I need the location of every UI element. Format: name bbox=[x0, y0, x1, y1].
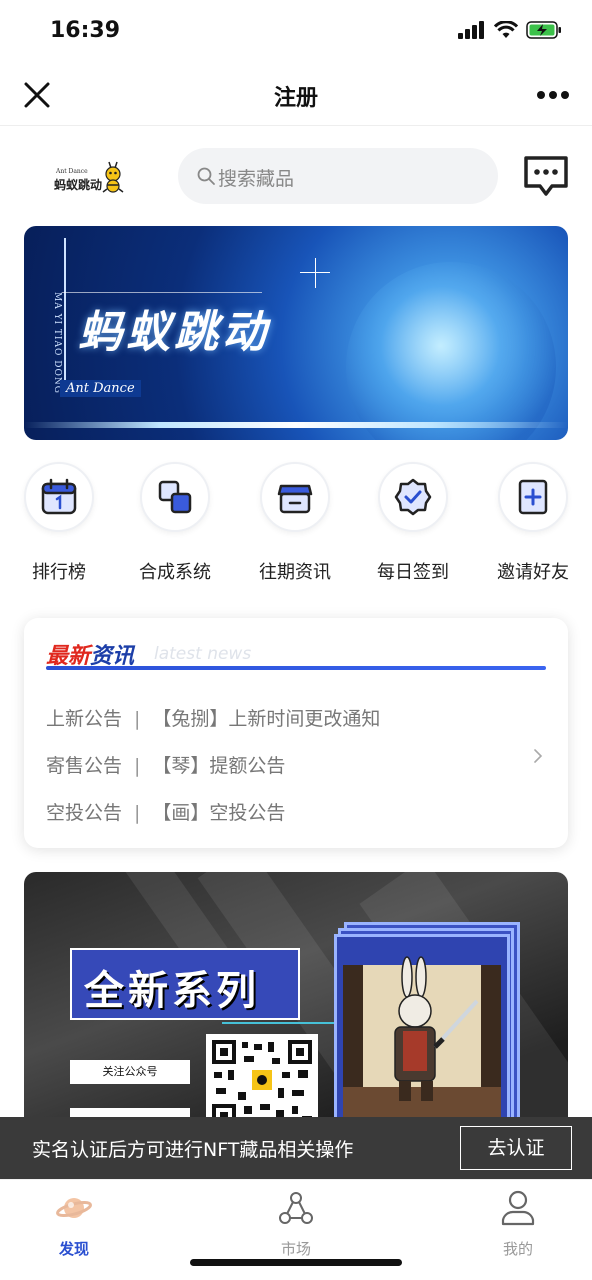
search-bar[interactable]: 搜索藏品 bbox=[178, 148, 498, 204]
quick-link-label: 往期资讯 bbox=[259, 562, 331, 583]
quick-link-ranking[interactable]: 排行榜 bbox=[0, 462, 118, 584]
banner-vertical-text: MA YI TIAO DONG bbox=[52, 292, 62, 394]
tab-label: 我的 bbox=[502, 1240, 533, 1258]
invite-icon bbox=[518, 479, 548, 515]
news-item[interactable]: 上新公告 | 【兔捌】上新时间更改通知 bbox=[46, 704, 380, 731]
news-item-category: 上新公告 bbox=[46, 708, 123, 730]
search-placeholder: 搜索藏品 bbox=[218, 168, 295, 190]
tab-profile[interactable]: 我的 bbox=[458, 1188, 578, 1259]
quick-link-label: 合成系统 bbox=[139, 562, 211, 583]
verification-notice-text: 实名认证后方可进行NFT藏品相关操作 bbox=[32, 1139, 354, 1161]
tab-discover[interactable]: 发现 bbox=[14, 1188, 134, 1259]
quick-link-label: 每日签到 bbox=[377, 562, 449, 583]
quick-links: 排行榜 合成系统 往期资讯 每日签到 邀请好友 bbox=[0, 462, 592, 592]
tab-label: 市场 bbox=[280, 1240, 311, 1258]
navigation-bar: 注册 bbox=[0, 64, 592, 126]
samurai-rabbit-illustration bbox=[343, 956, 501, 1132]
news-heading-underline bbox=[46, 666, 546, 670]
page-title: 注册 bbox=[273, 86, 318, 111]
news-card[interactable]: 最新资讯 latest news 上新公告 | 【兔捌】上新时间更改通知 寄售公告 |… bbox=[24, 618, 568, 848]
planet-icon bbox=[56, 1198, 92, 1218]
news-item-separator: | bbox=[134, 802, 141, 824]
quick-link-icon-wrap bbox=[260, 462, 330, 532]
chevron-right-icon[interactable] bbox=[532, 748, 544, 764]
news-item-separator: | bbox=[134, 708, 141, 730]
search-icon bbox=[197, 167, 215, 185]
quick-link-icon-wrap bbox=[24, 462, 94, 532]
quick-link-label: 排行榜 bbox=[32, 562, 86, 583]
home-indicator bbox=[190, 1259, 402, 1266]
news-item-text: 【琴】提额公告 bbox=[152, 755, 286, 777]
quick-link-icon-wrap bbox=[140, 462, 210, 532]
quick-link-daily-checkin[interactable]: 每日签到 bbox=[354, 462, 472, 584]
banner-title: 蚂蚁跳动 bbox=[78, 307, 270, 358]
promo-title-box: 全新系列 bbox=[70, 948, 300, 1020]
news-item-separator: | bbox=[134, 755, 141, 777]
verify-button[interactable]: 去认证 bbox=[460, 1126, 572, 1170]
merge-icon bbox=[158, 480, 192, 514]
quick-link-past-news[interactable]: 往期资讯 bbox=[236, 462, 354, 584]
ant-mascot-icon bbox=[102, 161, 124, 193]
promo-title: 全新系列 bbox=[84, 968, 260, 1014]
status-icons bbox=[458, 20, 562, 40]
message-icon[interactable] bbox=[522, 154, 570, 198]
quick-link-icon-wrap bbox=[498, 462, 568, 532]
battery-charging-icon bbox=[526, 21, 561, 39]
banner-crosshair bbox=[315, 258, 316, 288]
quick-link-synthesis[interactable]: 合成系统 bbox=[116, 462, 234, 584]
more-options-icon[interactable] bbox=[536, 90, 570, 100]
quick-link-label: 邀请好友 bbox=[497, 562, 569, 583]
wifi-icon bbox=[494, 21, 518, 38]
calendar-icon bbox=[41, 478, 77, 515]
news-item[interactable]: 寄售公告 | 【琴】提额公告 bbox=[46, 751, 285, 778]
market-network-icon bbox=[279, 1192, 313, 1224]
signal-icon bbox=[458, 21, 484, 39]
promo-banner[interactable]: 全新系列 关注公众号 bbox=[24, 872, 568, 1132]
store-icon bbox=[277, 484, 313, 514]
banner-decor-line bbox=[62, 292, 262, 293]
banner-subtitle: Ant Dance bbox=[60, 380, 141, 397]
news-item-text: 【画】空投公告 bbox=[152, 802, 286, 824]
logo-english-text: Ant Dance bbox=[56, 168, 88, 175]
logo-chinese-text: 蚂蚁跳动 bbox=[54, 178, 103, 192]
verification-notice: 实名认证后方可进行NFT藏品相关操作 去认证 bbox=[0, 1117, 592, 1179]
nft-card bbox=[334, 934, 510, 1132]
news-item[interactable]: 空投公告 | 【画】空投公告 bbox=[46, 798, 285, 825]
news-item-category: 空投公告 bbox=[46, 802, 123, 824]
quick-link-invite[interactable]: 邀请好友 bbox=[474, 462, 592, 584]
banner-decor-line bbox=[64, 238, 66, 388]
globe-graphic bbox=[346, 262, 556, 440]
news-item-category: 寄售公告 bbox=[46, 755, 123, 777]
user-icon bbox=[501, 1190, 535, 1226]
hero-banner[interactable]: MA YI TIAO DONG 蚂蚁跳动 Ant Dance bbox=[24, 226, 568, 440]
status-bar: 16:39 bbox=[0, 0, 592, 64]
news-item-text: 【兔捌】上新时间更改通知 bbox=[152, 708, 381, 730]
tab-label: 发现 bbox=[58, 1240, 89, 1258]
badge-check-icon bbox=[394, 478, 432, 516]
news-heading-english: latest news bbox=[154, 644, 252, 664]
nft-card-stack bbox=[334, 922, 524, 1132]
banner-glow bbox=[24, 422, 568, 428]
quick-link-icon-wrap bbox=[378, 462, 448, 532]
tab-market[interactable]: 市场 bbox=[236, 1188, 356, 1259]
promo-follow-label: 关注公众号 bbox=[70, 1060, 190, 1084]
qr-code-icon bbox=[212, 1040, 312, 1128]
brand-logo: Ant Dance 蚂蚁跳动 bbox=[52, 158, 128, 198]
status-time: 16:39 bbox=[50, 18, 121, 43]
